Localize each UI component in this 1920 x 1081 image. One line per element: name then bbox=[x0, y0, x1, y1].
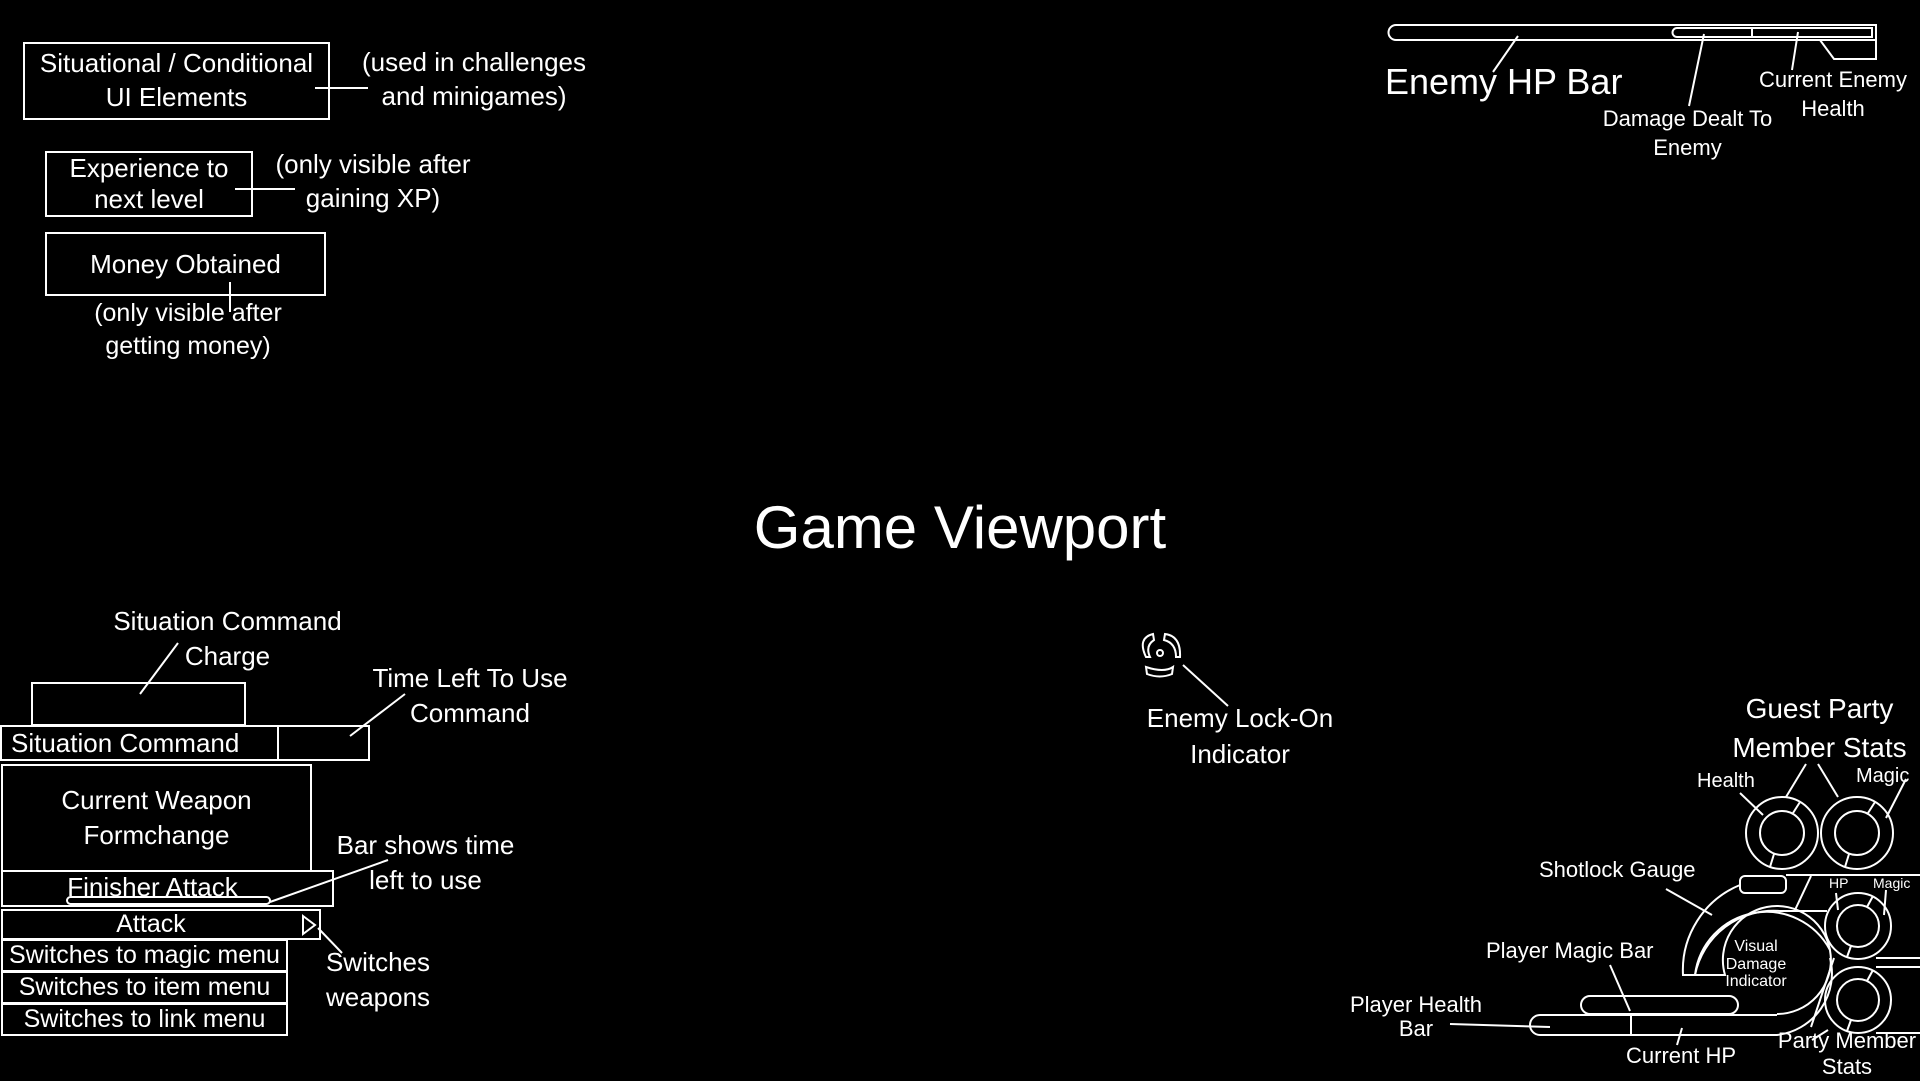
attack-label: Attack bbox=[116, 910, 186, 938]
weapon-switch-arrow-icon[interactable] bbox=[301, 914, 317, 936]
lock-on-reticle-icon bbox=[1141, 632, 1182, 678]
shotlock-gauge-label: Shotlock Gauge bbox=[1539, 857, 1696, 882]
party-member-row-2 bbox=[1824, 966, 1920, 1034]
money-note: (only visible after getting money) bbox=[94, 299, 282, 360]
magic-menu-label: Switches to magic menu bbox=[9, 941, 280, 969]
situational-note: (used in challenges and minigames) bbox=[361, 47, 587, 111]
situation-charge-box bbox=[31, 682, 246, 726]
lock-on-label: Enemy Lock-On Indicator bbox=[1146, 703, 1334, 770]
guest-title-leader-2 bbox=[1817, 763, 1839, 798]
current-hp-label: Current HP bbox=[1626, 1043, 1737, 1068]
guest-title-leader-1 bbox=[1785, 763, 1807, 798]
guest-health-label: Health bbox=[1697, 770, 1755, 792]
link-menu-label: Switches to link menu bbox=[23, 1005, 266, 1033]
guest-magic-label: Magic bbox=[1856, 765, 1910, 787]
command-item-link[interactable]: Switches to link menu bbox=[1, 1003, 288, 1036]
command-item-attack[interactable]: Attack bbox=[1, 909, 321, 940]
hp-label-leader bbox=[1794, 875, 1812, 911]
current-enemy-health-label: Current Enemy Health bbox=[1759, 67, 1907, 121]
player-magic-label: Player Magic Bar bbox=[1486, 938, 1654, 963]
finisher-attack-button[interactable]: Finisher Attack bbox=[1, 870, 334, 907]
enemy-hp-bar-title: Enemy HP Bar bbox=[1385, 61, 1623, 102]
situation-command-button[interactable]: Situation Command bbox=[0, 725, 279, 761]
money-label: Money Obtained bbox=[90, 248, 281, 279]
player-magic-bar bbox=[1580, 995, 1739, 1015]
experience-label: Experience to next level bbox=[69, 152, 229, 214]
situational-ui-label: Situational / Conditional UI Elements bbox=[39, 48, 314, 112]
damage-leader bbox=[1688, 33, 1705, 107]
command-item-magic[interactable]: Switches to magic menu bbox=[1, 939, 288, 972]
weapon-formchange-box: Current Weapon Formchange bbox=[1, 764, 312, 872]
switch-weapons-note: Switches weapons bbox=[325, 947, 431, 1013]
party-magic-leader bbox=[1883, 889, 1887, 916]
item-menu-label: Switches to item menu bbox=[18, 973, 271, 1001]
enemy-hp-bar-shape bbox=[1387, 24, 1877, 60]
shotlock-leader bbox=[1665, 888, 1713, 916]
guest-party-title: Guest Party Member Stats bbox=[1732, 693, 1907, 764]
finisher-attack-label: Finisher Attack bbox=[67, 872, 238, 902]
game-viewport-title: Game Viewport bbox=[753, 494, 1167, 561]
situational-ui-box: Situational / Conditional UI Elements bbox=[23, 42, 330, 120]
situation-command-label: Situation Command bbox=[11, 727, 240, 758]
party-member-stats-label: Party Member Stats bbox=[1777, 1028, 1917, 1080]
time-left-label: Time Left To Use Command bbox=[372, 663, 568, 729]
party-hp-label: HP bbox=[1829, 875, 1849, 891]
weapon-formchange-label: Current Weapon Formchange bbox=[61, 784, 252, 850]
party-hp-leader bbox=[1835, 892, 1839, 911]
command-item-items[interactable]: Switches to item menu bbox=[1, 971, 288, 1004]
command-timer-box bbox=[277, 725, 370, 761]
experience-box: Experience to next level bbox=[45, 151, 253, 217]
magic-bar-leader bbox=[1609, 964, 1631, 1012]
player-health-bar bbox=[1529, 1014, 1777, 1036]
player-health-label: Player Health Bar bbox=[1349, 992, 1483, 1042]
guest-magic-ring bbox=[1820, 796, 1894, 870]
money-box: Money Obtained bbox=[45, 232, 326, 296]
bar-note: Bar shows time left to use bbox=[336, 830, 515, 896]
situation-charge-label: Situation Command Charge bbox=[113, 606, 342, 672]
party-magic-label: Magic bbox=[1873, 875, 1911, 891]
visual-damage-label: Visual Damage Indicator bbox=[1725, 938, 1787, 991]
experience-note: (only visible after gaining XP) bbox=[275, 149, 471, 213]
